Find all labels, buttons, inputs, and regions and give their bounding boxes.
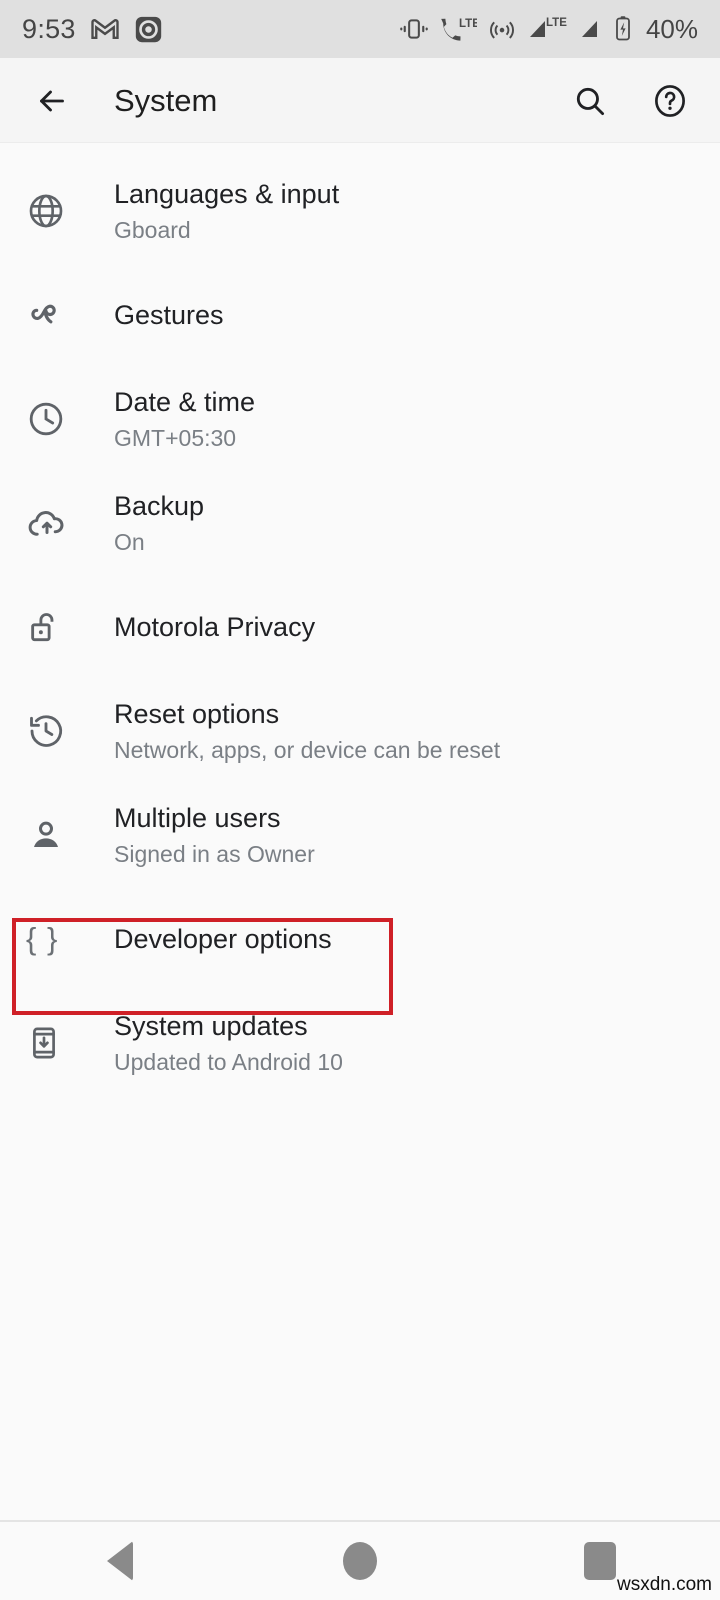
list-item-subtitle: On	[114, 528, 145, 555]
list-item-text: Motorola Privacy	[114, 610, 315, 644]
list-item-subtitle: GMT+05:30	[114, 424, 237, 451]
list-item-subtitle: Signed in as Owner	[114, 840, 315, 867]
back-button[interactable]	[24, 73, 80, 129]
list-item-subtitle: Network, apps, or device can be reset	[114, 736, 501, 763]
globe-icon	[26, 191, 88, 231]
list-item-gestures[interactable]: Gestures	[0, 263, 720, 367]
svg-text:LTE: LTE	[459, 18, 477, 30]
list-item-title: Backup	[114, 490, 205, 521]
list-item-backup[interactable]: Backup On	[0, 471, 720, 575]
nav-home-icon	[343, 1542, 377, 1580]
gmail-icon	[90, 14, 120, 44]
list-item-system-updates[interactable]: System updates Updated to Android 10	[0, 991, 720, 1095]
app-toolbar: System	[0, 58, 720, 143]
nav-home-button[interactable]	[240, 1522, 480, 1600]
person-icon	[26, 815, 88, 855]
list-item-text: Multiple users Signed in as Owner	[114, 801, 315, 870]
list-item-reset-options[interactable]: Reset options Network, apps, or device c…	[0, 679, 720, 783]
list-item-text: Backup On	[114, 489, 204, 558]
nav-recents-icon	[584, 1542, 616, 1580]
status-bar-right: LTE LTE 40%	[400, 14, 698, 45]
nav-back-icon	[107, 1541, 133, 1581]
list-item-text: Developer options	[114, 922, 332, 956]
status-bar-left: 9:53	[22, 14, 163, 45]
volte-icon: LTE	[439, 15, 477, 43]
svg-text:LTE: LTE	[546, 17, 567, 29]
toolbar-actions	[564, 75, 696, 127]
list-item-multiple-users[interactable]: Multiple users Signed in as Owner	[0, 783, 720, 887]
battery-charging-icon	[613, 15, 633, 43]
list-item-title: Gestures	[114, 299, 224, 330]
list-item-text: System updates Updated to Android 10	[114, 1009, 343, 1078]
settings-list: Languages & input Gboard Gestures Date &…	[0, 143, 720, 1095]
clock-icon	[26, 399, 88, 439]
list-item-title: System updates	[114, 1010, 308, 1041]
list-item-text: Reset options Network, apps, or device c…	[114, 697, 500, 766]
cloud-upload-icon	[26, 502, 88, 544]
list-item-title: Date & time	[114, 386, 256, 417]
watermark: wsxdn.com	[616, 1574, 712, 1595]
list-item-title: Developer options	[114, 923, 332, 954]
list-item-motorola-privacy[interactable]: Motorola Privacy	[0, 575, 720, 679]
screen-recorder-icon	[134, 15, 163, 44]
gesture-icon	[26, 295, 88, 335]
list-item-title: Multiple users	[114, 802, 281, 833]
vibrate-icon	[400, 16, 428, 42]
list-item-text: Languages & input Gboard	[114, 177, 339, 246]
list-item-developer-options[interactable]: { } Developer options	[0, 887, 720, 991]
status-bar-clock: 9:53	[22, 13, 76, 44]
history-icon	[26, 711, 88, 751]
page-title: System	[114, 82, 218, 118]
list-item-title: Reset options	[114, 698, 280, 729]
unlock-icon	[26, 608, 88, 646]
signal-icon	[578, 15, 602, 43]
braces-icon: { }	[26, 921, 88, 957]
list-item-text: Date & time GMT+05:30	[114, 385, 255, 454]
list-item-text: Gestures	[114, 298, 224, 332]
list-item-languages-input[interactable]: Languages & input Gboard	[0, 159, 720, 263]
signal-lte-icon: LTE	[527, 15, 567, 43]
list-item-title: Languages & input	[114, 178, 340, 209]
list-item-subtitle: Updated to Android 10	[114, 1048, 343, 1075]
help-icon[interactable]	[644, 75, 696, 127]
system-navigation-bar	[0, 1522, 720, 1600]
nav-back-button[interactable]	[0, 1522, 240, 1600]
list-item-title: Motorola Privacy	[114, 611, 316, 642]
braces-glyph: { }	[26, 921, 59, 956]
list-item-date-time[interactable]: Date & time GMT+05:30	[0, 367, 720, 471]
phone-screen: 9:53 LTE LTE 40% System Languages & inpu…	[0, 0, 720, 1600]
search-icon[interactable]	[564, 75, 616, 127]
system-update-icon	[26, 1025, 88, 1061]
status-bar: 9:53 LTE LTE 40%	[0, 0, 720, 58]
hotspot-icon	[488, 16, 516, 42]
list-item-subtitle: Gboard	[114, 216, 191, 243]
battery-percentage: 40%	[645, 13, 698, 44]
